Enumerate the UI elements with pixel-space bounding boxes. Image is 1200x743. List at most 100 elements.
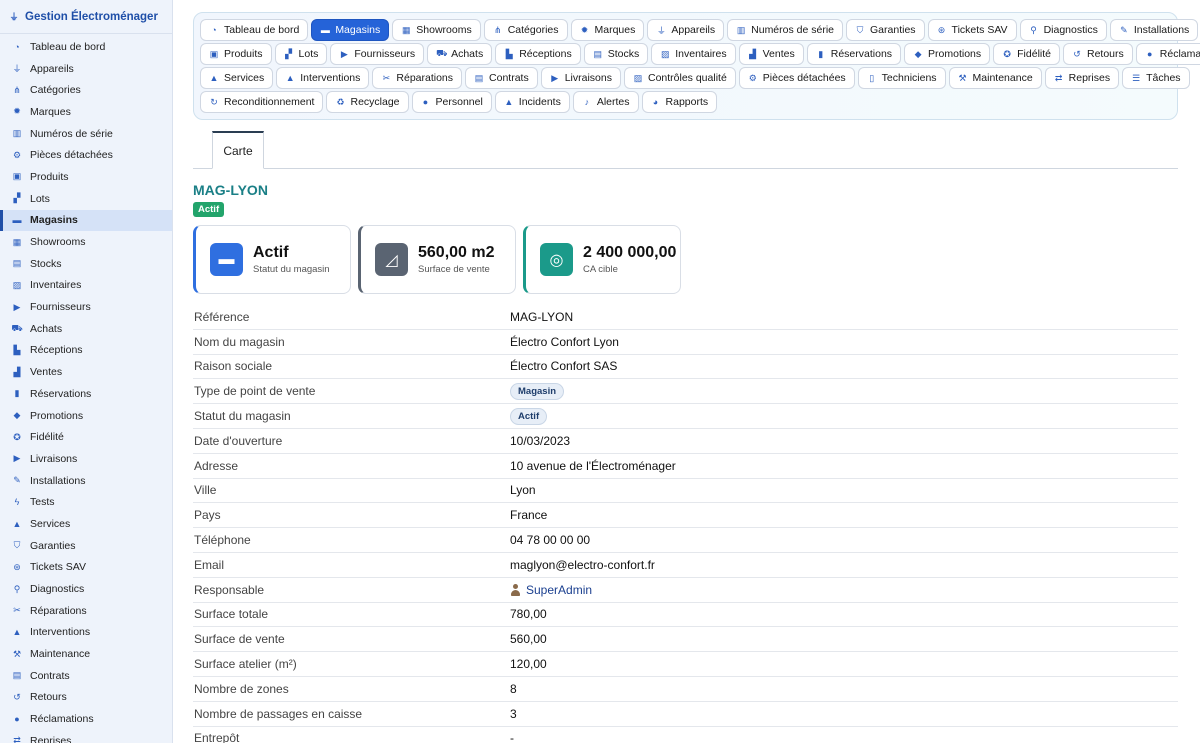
- box-icon: ▣: [12, 171, 22, 182]
- warehouse-icon: ▤: [12, 258, 22, 269]
- nav-button-label: Réparations: [396, 72, 454, 84]
- sidebar-item-reparations[interactable]: ✂ Réparations: [0, 600, 172, 622]
- sidebar-item-reclamations[interactable]: ● Réclamations: [0, 708, 172, 730]
- user-link[interactable]: SuperAdmin: [526, 583, 592, 597]
- app-header[interactable]: ⏚ Gestion Électroménager: [0, 0, 172, 34]
- sidebar-item-showrooms[interactable]: ▦ Showrooms: [0, 231, 172, 253]
- sidebar-item-lots[interactable]: ▞ Lots: [0, 188, 172, 210]
- sidebar-item-livraisons[interactable]: ▶ Livraisons: [0, 448, 172, 470]
- field-label: Raison sociale: [194, 359, 273, 374]
- nav-button-produits[interactable]: ▣ Produits: [200, 43, 272, 65]
- nav-button-recyclage[interactable]: ♻ Recyclage: [326, 91, 409, 113]
- sidebar-item-services[interactable]: ▲ Services: [0, 513, 172, 535]
- plug-icon: ⏚: [12, 64, 22, 75]
- sidebar-item-achats[interactable]: ⛟ Achats: [0, 318, 172, 340]
- sidebar-item-reprises[interactable]: ⇄ Reprises: [0, 730, 172, 743]
- main-content: ◔ Tableau de bord ▬ Magasins ▦ Showrooms ⋔ Caté…: [173, 0, 1200, 743]
- nav-button-stocks[interactable]: ▤ Stocks: [583, 43, 649, 65]
- table-row: Entrepôt -: [193, 727, 1178, 743]
- nav-button-services[interactable]: ▲ Services: [200, 67, 274, 89]
- nav-button-reservations[interactable]: ▮ Réservations: [806, 43, 902, 65]
- nav-button-maintenance[interactable]: ⚒ Maintenance: [948, 67, 1042, 89]
- nav-button-tickets-sav[interactable]: ⊛ Tickets SAV: [927, 19, 1017, 41]
- sidebar-item-appareils[interactable]: ⏚ Appareils: [0, 58, 172, 80]
- sidebar-item-inventaires[interactable]: ▨ Inventaires: [0, 275, 172, 297]
- nav-button-magasins[interactable]: ▬ Magasins: [311, 19, 390, 41]
- nav-button-garanties[interactable]: ⛉ Garanties: [846, 19, 925, 41]
- nav-button-promotions[interactable]: ◆ Promotions: [904, 43, 991, 65]
- nav-button-reconditionnement[interactable]: ↻ Reconditionnement: [200, 91, 324, 113]
- nav-button-controles-qualite[interactable]: ▨ Contrôles qualité: [623, 67, 736, 89]
- sidebar-item-label: Garanties: [30, 539, 76, 552]
- nav-button-diagnostics[interactable]: ⚲ Diagnostics: [1019, 19, 1107, 41]
- nav-button-taches[interactable]: ☰ Tâches: [1122, 67, 1190, 89]
- nav-button-receptions[interactable]: ▙ Réceptions: [495, 43, 581, 65]
- nav-button-reclamations[interactable]: ● Réclamations: [1135, 43, 1200, 65]
- nav-button-rapports[interactable]: ◕ Rapports: [641, 91, 718, 113]
- contract-icon: ▤: [474, 72, 484, 83]
- nav-button-numeros-de-serie[interactable]: ▥ Numéros de série: [727, 19, 844, 41]
- sidebar-item-diagnostics[interactable]: ⚲ Diagnostics: [0, 578, 172, 600]
- boxes-icon: ▞: [13, 193, 21, 204]
- sidebar-item-pieces-detachees[interactable]: ⚙ Pièces détachées: [0, 144, 172, 166]
- nav-button-fournisseurs[interactable]: ▶ Fournisseurs: [330, 43, 425, 65]
- nav-button-installations[interactable]: ✎ Installations: [1109, 19, 1199, 41]
- sidebar-item-ventes[interactable]: ▟ Ventes: [0, 361, 172, 383]
- nav-button-ventes[interactable]: ▟ Ventes: [738, 43, 804, 65]
- exchange-icon: ⇄: [1054, 72, 1063, 83]
- sidebar-item-maintenance[interactable]: ⚒ Maintenance: [0, 643, 172, 665]
- nav-button-reparations[interactable]: ✂ Réparations: [372, 67, 463, 89]
- nav-button-techniciens[interactable]: ▯ Techniciens: [857, 67, 946, 89]
- field-label: Statut du magasin: [194, 409, 291, 424]
- nav-button-tableau-de-bord[interactable]: ◔ Tableau de bord: [200, 19, 309, 41]
- sidebar-item-tableau-de-bord[interactable]: ◔ Tableau de bord: [0, 36, 172, 58]
- nav-button-label: Contrats: [489, 72, 529, 84]
- sidebar-item-stocks[interactable]: ▤ Stocks: [0, 253, 172, 275]
- table-row: Raison sociale Électro Confort SAS: [193, 355, 1178, 380]
- field-label: Date d'ouverture: [194, 433, 283, 448]
- sidebar-item-retours[interactable]: ↺ Retours: [0, 687, 172, 709]
- nav-button-personnel[interactable]: ● Personnel: [411, 91, 492, 113]
- sidebar-item-marques[interactable]: ✹ Marques: [0, 101, 172, 123]
- store-icon: ▬: [210, 243, 243, 276]
- sidebar-item-promotions[interactable]: ◆ Promotions: [0, 405, 172, 427]
- sidebar-item-numeros-de-serie[interactable]: ▥ Numéros de série: [0, 123, 172, 145]
- nav-button-categories[interactable]: ⋔ Catégories: [483, 19, 568, 41]
- nav-button-fidelite[interactable]: ✪ Fidélité: [993, 43, 1060, 65]
- sidebar-item-receptions[interactable]: ▙ Réceptions: [0, 340, 172, 362]
- sidebar-item-magasins[interactable]: ▬ Magasins: [0, 209, 172, 232]
- nav-button-alertes[interactable]: ♪ Alertes: [572, 91, 639, 113]
- sidebar-item-garanties[interactable]: ⛉ Garanties: [0, 535, 172, 557]
- sidebar-item-categories[interactable]: ⋔ Catégories: [0, 79, 172, 101]
- store-icon: ▬: [320, 25, 330, 35]
- nav-button-lots[interactable]: ▞ Lots: [274, 43, 328, 65]
- nav-row: ▲ Services ▲ Interventions ✂ Réparations ▤ Cont…: [200, 67, 1190, 89]
- nav-button-reprises[interactable]: ⇄ Reprises: [1044, 67, 1120, 89]
- nav-button-pieces-detachees[interactable]: ⚙ Pièces détachées: [738, 67, 855, 89]
- sidebar-item-produits[interactable]: ▣ Produits: [0, 166, 172, 188]
- users-icon: ●: [422, 97, 429, 107]
- nav-button-inventaires[interactable]: ▨ Inventaires: [651, 43, 736, 65]
- sidebar-item-tickets-sav[interactable]: ⊛ Tickets SAV: [0, 557, 172, 579]
- field-value: SuperAdmin: [510, 583, 592, 597]
- sidebar-item-contrats[interactable]: ▤ Contrats: [0, 665, 172, 687]
- sidebar-item-installations[interactable]: ✎ Installations: [0, 470, 172, 492]
- nav-button-appareils[interactable]: ⏚ Appareils: [647, 19, 725, 41]
- tab-carte[interactable]: Carte: [212, 131, 264, 169]
- sidebar-item-interventions[interactable]: ▲ Interventions: [0, 622, 172, 644]
- nav-button-interventions[interactable]: ▲ Interventions: [276, 67, 370, 89]
- nav-button-achats[interactable]: ⛟ Achats: [427, 43, 493, 65]
- nav-button-showrooms[interactable]: ▦ Showrooms: [392, 19, 481, 41]
- nav-button-label: Tableau de bord: [224, 24, 300, 36]
- sidebar-item-tests[interactable]: ϟ Tests: [0, 491, 172, 513]
- sidebar-item-label: Magasins: [30, 214, 78, 227]
- sidebar-item-fournisseurs[interactable]: ▶ Fournisseurs: [0, 296, 172, 318]
- nav-button-contrats[interactable]: ▤ Contrats: [465, 67, 538, 89]
- sidebar-item-fidelite[interactable]: ✪ Fidélité: [0, 426, 172, 448]
- nav-button-livraisons[interactable]: ▶ Livraisons: [540, 67, 621, 89]
- nav-button-incidents[interactable]: ▲ Incidents: [494, 91, 570, 113]
- sidebar-item-reservations[interactable]: ▮ Réservations: [0, 383, 172, 405]
- list-icon: ☰: [1132, 72, 1141, 83]
- nav-button-marques[interactable]: ✹ Marques: [570, 19, 645, 41]
- nav-button-retours[interactable]: ↺ Retours: [1063, 43, 1133, 65]
